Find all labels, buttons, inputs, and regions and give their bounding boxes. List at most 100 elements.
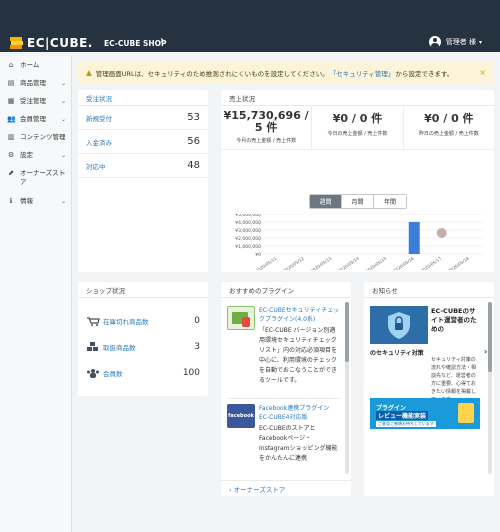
close-icon[interactable]: × <box>479 68 486 77</box>
orders-icon: ▦ <box>7 97 15 105</box>
shop-status-label[interactable]: 在庫切れ商品数 <box>103 316 149 326</box>
list-item[interactable]: 在庫切れ商品数 0 <box>78 308 208 334</box>
shop-name-link[interactable]: EC-CUBE SHOP <box>104 39 167 48</box>
contents-icon: ▥ <box>7 133 15 141</box>
banner-text: レビュー機能実装 <box>376 411 429 420</box>
list-item[interactable]: 入金済み 56 <box>78 130 208 154</box>
news-subtitle[interactable]: のセキュリティ対策 <box>370 348 424 357</box>
order-status-count: 48 <box>187 160 200 171</box>
shop-status-count: 100 <box>182 368 200 378</box>
sales-month: ¥15,730,696 / 5 件 今月の売上金額 / 売上件数 <box>221 106 313 149</box>
shop-status-label[interactable]: 取扱商品数 <box>103 342 136 352</box>
y-tick-label: ¥4,000,000 <box>235 220 261 226</box>
eccube-logo[interactable]: EC|CUBE. <box>10 36 93 50</box>
scrollbar-thumb[interactable] <box>345 302 349 362</box>
sidebar-item-label: 設定 <box>20 150 33 159</box>
cube-logo-icon <box>10 37 24 49</box>
users-icon: 👥 <box>7 115 16 123</box>
gear-icon: ⚙ <box>7 151 15 159</box>
news-thumbnail[interactable] <box>370 306 428 344</box>
list-item[interactable]: 取扱商品数 3 <box>78 334 208 360</box>
card-title: おすすめのプラグイン <box>221 282 351 298</box>
cubes-icon <box>87 342 98 351</box>
plugin-item[interactable]: facebook Facebook連携プラグイン EC-CUBE4対応版 EC-… <box>227 404 341 464</box>
chevron-down-icon: ⌄ <box>60 97 66 105</box>
shop-status-count: 0 <box>194 316 200 326</box>
order-status-label[interactable]: 新規受付 <box>86 113 112 123</box>
chevron-down-icon: ⌄ <box>60 169 66 176</box>
security-settings-link[interactable]: 「セキュリティ管理」 <box>330 68 395 78</box>
news-description: セキュリティ対策の流れや確認方法・相談先など、運営者の方に重要、心得ておきたい情… <box>431 357 477 403</box>
sidebar-item-label: 商品管理 <box>20 78 46 87</box>
banner-text: ご意見ご感想お待ちしています <box>376 421 436 427</box>
sidebar-item-label: 受注管理 <box>20 96 46 105</box>
news-title[interactable]: EC-CUBEのサイト運営者のための <box>431 307 481 334</box>
loading-indicator <box>436 228 447 238</box>
caret-down-icon: ▾ <box>478 38 482 46</box>
x-tick-label: 2020/05/17 <box>420 256 443 270</box>
sidebar-item-home[interactable]: ⌂ ホーム <box>0 56 71 74</box>
plugin-title[interactable]: EC-CUBEセキュリティチェックプラグイン(4.0系) <box>259 306 341 324</box>
order-status-count: 56 <box>187 136 200 147</box>
list-item[interactable]: 対応中 48 <box>78 154 208 178</box>
owners-store-link[interactable]: › オーナーズストア <box>221 480 351 496</box>
scrollbar-thumb[interactable] <box>488 302 492 372</box>
sidebar-item-contents[interactable]: ▥ コンテンツ管理 ⌄ <box>0 128 71 146</box>
sidebar-item-info[interactable]: ℹ 情報 ⌄ <box>0 192 71 210</box>
top-header: EC|CUBE. EC-CUBE SHOP › 管理者 様 ▾ <box>0 0 500 52</box>
sidebar-item-label: 情報 <box>20 196 33 205</box>
sidebar-item-orders[interactable]: ▦ 受注管理 ⌄ <box>0 92 71 110</box>
sidebar-item-products[interactable]: ▤ 商品管理 ⌄ <box>0 74 71 92</box>
shop-status-label[interactable]: 会員数 <box>103 368 123 378</box>
order-status-label[interactable]: 入金済み <box>86 137 112 147</box>
shop-status-count: 3 <box>194 342 200 352</box>
users-icon <box>87 369 99 378</box>
cart-icon <box>87 317 100 326</box>
card-title: 売上状況 <box>221 90 494 106</box>
order-status-card: 受注状況 新規受付 53 入金済み 56 対応中 48 <box>78 90 208 272</box>
chevron-down-icon: ⌄ <box>60 115 66 123</box>
plugin-description: EC-CUBEのストアとFacebookページ・Instagramショッピング機… <box>259 425 338 462</box>
card-title: 受注状況 <box>78 90 208 106</box>
sidebar-item-owners-store[interactable]: ⬈ オーナーズストア ⌄ <box>0 164 71 192</box>
user-avatar-icon <box>428 36 441 48</box>
recommended-plugins-card: おすすめのプラグイン EC-CUBEセキュリティチェックプラグイン(4.0系) … <box>221 282 351 496</box>
chart-bar <box>408 222 420 254</box>
x-tick-label: 2020/05/14 <box>337 256 360 270</box>
logo-text: EC|CUBE. <box>27 36 93 50</box>
sidebar-item-label: コンテンツ管理 <box>20 132 66 141</box>
plugin-item[interactable]: EC-CUBEセキュリティチェックプラグイン(4.0系) 「EC-CUBE バー… <box>227 306 341 386</box>
y-tick-label: ¥0 <box>255 252 261 258</box>
order-status-label[interactable]: 対応中 <box>86 161 106 171</box>
sales-count: 5 件 <box>254 121 278 134</box>
list-item[interactable]: 新規受付 53 <box>78 106 208 130</box>
sidebar-item-customers[interactable]: 👥 会員管理 ⌄ <box>0 110 71 128</box>
sales-caption: 昨日の売上金額 / 売上件数 <box>418 131 479 137</box>
y-tick-label: ¥5,000,000 <box>235 214 261 218</box>
facebook-plugin-thumbnail: facebook <box>227 404 255 428</box>
products-icon: ▤ <box>7 79 15 87</box>
plugin-review-banner[interactable]: プラグイン レビュー機能実装 ご意見ご感想お待ちしています <box>370 398 480 429</box>
sales-card: 売上状況 ¥15,730,696 / 5 件 今月の売上金額 / 売上件数 ¥0… <box>221 90 494 272</box>
chevron-right-icon[interactable]: › <box>484 347 487 356</box>
x-tick-label: 2020/05/12 <box>282 256 305 270</box>
chevron-right-icon[interactable]: › <box>160 35 164 46</box>
tab-weekly[interactable]: 週間 <box>310 195 342 208</box>
sales-amount: ¥0 / 0 件 <box>332 112 383 125</box>
x-tick-label: 2020/05/18 <box>447 256 470 270</box>
list-item[interactable]: 会員数 100 <box>78 360 208 386</box>
x-tick-label: 2020/05/13 <box>310 256 333 270</box>
sales-caption: 今日の売上金額 / 売上件数 <box>327 131 388 137</box>
news-card: お知らせ EC-CUBEのサイト運営者のための のセキュリティ対策 セキュリティ… <box>364 282 494 496</box>
plugin-title[interactable]: Facebook連携プラグイン EC-CUBE4対応版 <box>259 404 341 422</box>
card-title: ショップ状況 <box>78 282 208 298</box>
user-name: 管理者 様 <box>445 38 476 46</box>
chevron-down-icon: ⌄ <box>60 133 66 141</box>
security-plugin-thumbnail <box>227 306 255 330</box>
sidebar-item-settings[interactable]: ⚙ 設定 ⌄ <box>0 146 71 164</box>
tab-monthly[interactable]: 月間 <box>342 195 374 208</box>
tab-yearly[interactable]: 年間 <box>374 195 406 208</box>
sales-caption: 今月の売上金額 / 売上件数 <box>236 138 297 144</box>
user-menu[interactable]: 管理者 様 ▾ <box>428 36 482 48</box>
sidebar-item-label: ホーム <box>20 60 40 69</box>
